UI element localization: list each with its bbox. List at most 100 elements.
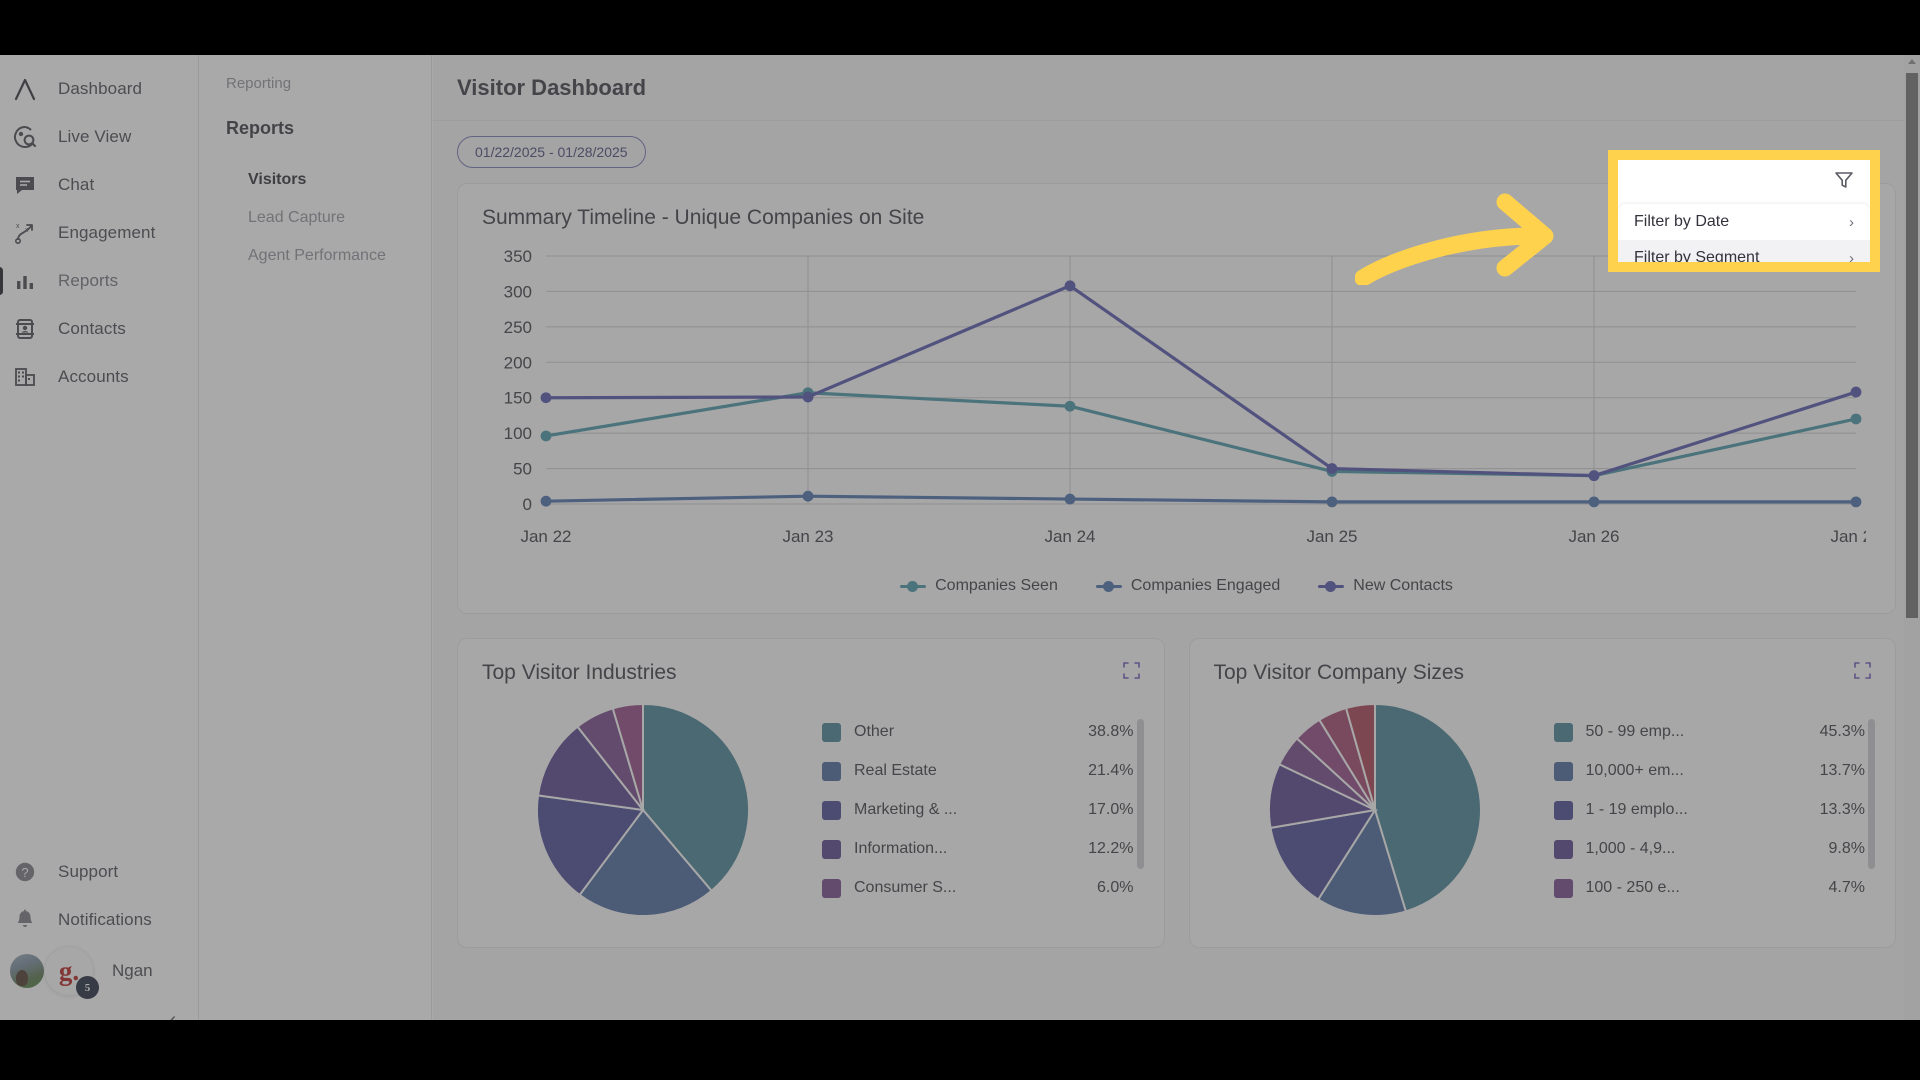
svg-text:?: ?: [21, 865, 28, 880]
legend-label: New Contacts: [1353, 577, 1453, 594]
filter-by-date-option[interactable]: Filter by Date ›: [1618, 204, 1870, 240]
legend-percent: 6.0%: [1097, 879, 1134, 896]
sidebar-label: Notifications: [58, 910, 152, 929]
sidebar-item-reports[interactable]: Reports: [0, 257, 198, 305]
top-visitor-industries-card: Top Visitor Industries Other 38.8% Real Es…: [457, 638, 1165, 948]
legend-label: Companies Seen: [935, 577, 1058, 594]
subnav-item-visitors[interactable]: Visitors: [226, 161, 431, 199]
svg-text:x: x: [16, 223, 20, 230]
y-axis-tick: 200: [504, 353, 532, 372]
legend-item-companies-engaged[interactable]: Companies Engaged: [1095, 577, 1281, 595]
svg-text:x: x: [25, 227, 29, 234]
card-title: Top Visitor Industries: [482, 661, 677, 684]
contacts-icon: [10, 314, 40, 344]
legend-row[interactable]: 10,000+ em... 13.7%: [1553, 752, 1876, 791]
breadcrumb: Reporting: [226, 75, 292, 92]
legend-percent: 12.2%: [1088, 840, 1134, 857]
legend-row[interactable]: 50 - 99 emp... 45.3%: [1553, 713, 1876, 752]
subnav-item-agent-performance[interactable]: Agent Performance: [226, 237, 431, 275]
avatar: [10, 954, 44, 988]
subnav-item-lead-capture[interactable]: Lead Capture: [226, 199, 431, 237]
page-scrollbar[interactable]: [1904, 55, 1920, 1020]
sidebar-item-contacts[interactable]: Contacts: [0, 305, 198, 353]
chevron-right-icon: ›: [1849, 213, 1854, 231]
expand-fullscreen-icon[interactable]: [1122, 662, 1140, 684]
legend-percent: 13.7%: [1819, 762, 1865, 779]
filter-option-label: Filter by Segment: [1634, 249, 1760, 262]
date-range-button[interactable]: 01/22/2025 - 01/28/2025: [457, 136, 646, 168]
x-axis-tick: Jan 22: [520, 527, 571, 546]
page-title: Visitor Dashboard: [457, 74, 647, 100]
chat-icon: [10, 170, 40, 200]
legend-row[interactable]: Consumer S... 6.0%: [822, 869, 1144, 908]
legend-label: Information...: [854, 840, 948, 857]
sidebar-label: Reports: [58, 271, 119, 290]
legend-percent: 13.3%: [1819, 801, 1865, 818]
legend-scrollbar[interactable]: [1868, 718, 1875, 869]
legend-row[interactable]: 100 - 250 e... 4.7%: [1553, 869, 1876, 908]
legend-percent: 45.3%: [1819, 723, 1865, 740]
scrollbar-thumb[interactable]: [1906, 73, 1918, 618]
filter-popover-highlight: Filter by Date › Filter by Segment ›: [1608, 150, 1880, 272]
legend-label: Marketing & ...: [854, 801, 958, 818]
filter-menu: Filter by Date › Filter by Segment ›: [1618, 204, 1870, 262]
company-sizes-pie-body: 50 - 99 emp... 45.3% 10,000+ em... 13.7% 1 -…: [1190, 691, 1896, 947]
pie-cards-row: Top Visitor Industries Other 38.8% Real Es…: [433, 638, 1920, 972]
sidebar-item-dashboard[interactable]: Dashboard: [0, 65, 198, 113]
sidebar-item-support[interactable]: ? Support: [0, 848, 198, 896]
live-view-icon: [10, 122, 40, 152]
company-sizes-legend: 50 - 99 emp... 45.3% 10,000+ em... 13.7% 1 -…: [1540, 713, 1876, 908]
legend-item-new-contacts[interactable]: New Contacts: [1318, 577, 1453, 595]
glassdoor-badge-icon[interactable]: g. 5: [44, 946, 99, 999]
legend-item-companies-seen[interactable]: Companies Seen: [900, 577, 1058, 595]
legend-label: Companies Engaged: [1130, 577, 1281, 594]
legend-row[interactable]: Marketing & ... 17.0%: [822, 791, 1144, 830]
legend-label: Consumer S...: [854, 879, 957, 896]
legend-row[interactable]: 1 - 19 emplo... 13.3%: [1553, 791, 1876, 830]
industries-pie-svg: [536, 702, 750, 917]
subnav-title: Reports: [226, 118, 295, 138]
secondary-sidebar: Reporting Reports Visitors Lead Capture …: [200, 55, 432, 1020]
industries-legend: Other 38.8% Real Estate 21.4% Marketing & ..…: [808, 713, 1144, 908]
filter-by-segment-option[interactable]: Filter by Segment ›: [1618, 240, 1870, 262]
user-name: Ngan: [112, 961, 153, 980]
legend-label: 10,000+ em...: [1585, 762, 1684, 779]
peak-logo-icon: [10, 74, 40, 104]
legend-label: Other: [854, 723, 895, 740]
chevron-left-icon[interactable]: ‹: [169, 1009, 176, 1020]
legend-row[interactable]: 1,000 - 4,9... 9.8%: [1553, 830, 1876, 869]
sidebar-item-chat[interactable]: Chat: [0, 161, 198, 209]
legend-scrollbar[interactable]: [1136, 718, 1144, 869]
company-sizes-pie-svg: [1267, 702, 1482, 917]
sidebar-item-engagement[interactable]: x x Engagement: [0, 209, 198, 257]
legend-label: 100 - 250 e...: [1585, 879, 1680, 896]
legend-swatch: [1553, 761, 1573, 781]
sidebar-item-live-view[interactable]: Live View: [0, 113, 198, 161]
reports-bar-icon: [10, 266, 40, 296]
help-circle-icon: ?: [10, 857, 40, 887]
legend-swatch: [822, 722, 841, 742]
filter-popover: Filter by Date › Filter by Segment ›: [1618, 160, 1870, 262]
legend-row[interactable]: Information... 12.2%: [822, 830, 1144, 869]
legend-label: 1,000 - 4,9...: [1585, 840, 1676, 857]
y-axis-tick: 150: [504, 389, 532, 408]
y-axis-tick: 300: [504, 282, 532, 301]
x-axis-tick: Jan 25: [1306, 527, 1357, 546]
line-chart-legend: Companies Seen Companies Engaged New Con…: [476, 577, 1877, 595]
legend-swatch: [1553, 839, 1573, 859]
sidebar-item-notifications[interactable]: Notifications: [0, 896, 198, 944]
primary-sidebar: Dashboard Live View Chat x x Engagement …: [0, 55, 199, 1020]
sidebar-item-accounts[interactable]: Accounts: [0, 353, 198, 401]
scroll-up-arrow-icon[interactable]: [1908, 59, 1916, 64]
legend-percent: 17.0%: [1088, 801, 1134, 818]
funnel-icon[interactable]: [1834, 170, 1854, 195]
card-title: Summary Timeline - Unique Companies on S…: [482, 206, 925, 229]
legend-row[interactable]: Other 38.8%: [822, 713, 1144, 752]
x-axis-tick: Jan 27: [1830, 527, 1866, 546]
y-axis-tick: 250: [504, 318, 532, 337]
legend-swatch: [1095, 580, 1122, 592]
y-axis-tick: 50: [513, 460, 532, 479]
sidebar-user-row[interactable]: g. 5 Ngan ‹: [0, 944, 198, 1020]
legend-row[interactable]: Real Estate 21.4%: [822, 752, 1144, 791]
expand-fullscreen-icon[interactable]: [1854, 662, 1871, 684]
